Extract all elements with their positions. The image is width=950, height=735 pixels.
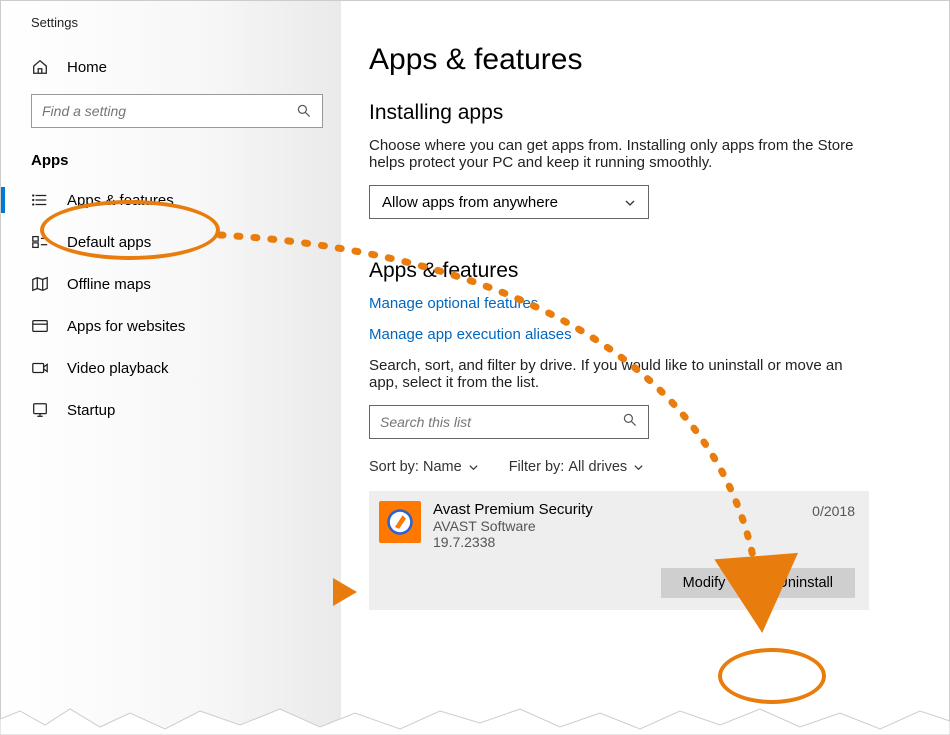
nav-startup[interactable]: Startup [1, 389, 341, 431]
nav-item-label: Startup [67, 402, 115, 419]
modify-button[interactable]: Modify [661, 568, 748, 598]
map-icon [31, 275, 49, 293]
link-execution-aliases[interactable]: Manage app execution aliases [369, 326, 919, 343]
search-icon [622, 412, 638, 433]
apps-features-heading: Apps & features [369, 259, 919, 283]
nav-default-apps[interactable]: Default apps [1, 221, 341, 263]
nav-offline-maps[interactable]: Offline maps [1, 263, 341, 305]
nav-item-label: Apps for websites [67, 318, 185, 335]
uninstall-button[interactable]: Uninstall [755, 568, 855, 598]
link-optional-features[interactable]: Manage optional features [369, 295, 919, 312]
installing-apps-desc: Choose where you can get apps from. Inst… [369, 137, 869, 171]
websites-icon [31, 317, 49, 335]
window-title: Settings [1, 15, 341, 48]
app-version: 19.7.2338 [433, 534, 800, 550]
sort-filter-row: Sort by: Name Filter by: All drives [369, 459, 919, 475]
nav-item-label: Apps & features [67, 192, 174, 209]
settings-window: Settings Home Apps Apps & features Defa [0, 0, 950, 733]
filter-by: Filter by: All drives [509, 459, 644, 475]
sidebar: Settings Home Apps Apps & features Defa [1, 1, 341, 732]
video-icon [31, 359, 49, 377]
dropdown-value: Allow apps from anywhere [382, 194, 558, 211]
sidebar-search-input[interactable] [42, 103, 296, 119]
filter-value[interactable]: All drives [568, 459, 644, 475]
startup-icon [31, 401, 49, 419]
list-icon [31, 191, 49, 209]
nav-apps-websites[interactable]: Apps for websites [1, 305, 341, 347]
apps-search[interactable] [369, 405, 649, 439]
app-publisher: AVAST Software [433, 518, 800, 534]
sidebar-section-apps: Apps [1, 146, 341, 179]
search-icon [296, 103, 312, 119]
app-name: Avast Premium Security [433, 501, 800, 518]
nav-home[interactable]: Home [1, 48, 341, 86]
avast-icon [379, 501, 421, 543]
home-icon [31, 58, 49, 76]
defaults-icon [31, 233, 49, 251]
nav-home-label: Home [67, 59, 107, 76]
nav-item-label: Video playback [67, 360, 168, 377]
chevron-down-icon [624, 196, 636, 208]
nav-item-label: Offline maps [67, 276, 151, 293]
install-source-dropdown[interactable]: Allow apps from anywhere [369, 185, 649, 219]
nav-apps-features[interactable]: Apps & features [1, 179, 341, 221]
installing-apps-heading: Installing apps [369, 101, 919, 125]
nav-video-playback[interactable]: Video playback [1, 347, 341, 389]
page-title: Apps & features [369, 43, 919, 77]
apps-list-desc: Search, sort, and filter by drive. If yo… [369, 357, 869, 391]
nav-item-label: Default apps [67, 234, 151, 251]
sort-value[interactable]: Name [423, 459, 479, 475]
app-card-avast[interactable]: Avast Premium Security AVAST Software 19… [369, 491, 869, 610]
main-content: Apps & features Installing apps Choose w… [341, 1, 949, 732]
sort-by: Sort by: Name [369, 459, 479, 475]
apps-search-input[interactable] [380, 414, 622, 430]
app-date: 0/2018 [812, 503, 855, 519]
sidebar-search[interactable] [31, 94, 323, 128]
